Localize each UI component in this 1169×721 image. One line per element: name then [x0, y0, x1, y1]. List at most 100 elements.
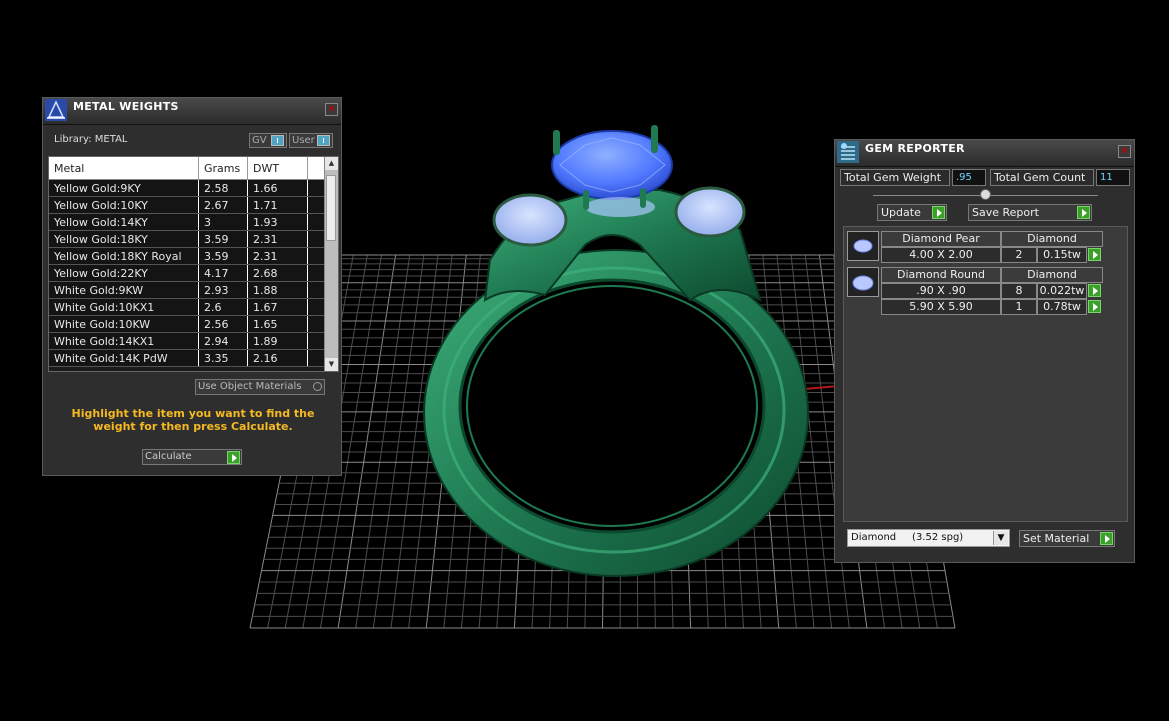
- gem-shape-cell[interactable]: Diamond Pear: [881, 231, 1001, 247]
- metal-name-cell[interactable]: Yellow Gold:22KY: [49, 264, 199, 282]
- metal-weights-titlebar[interactable]: METAL WEIGHTS ✕: [43, 98, 341, 125]
- round-gem-icon[interactable]: [847, 267, 879, 297]
- user-toggle-icon: [317, 135, 330, 146]
- gem-list[interactable]: Diamond Pear Diamond 4.00 X 2.00 2 0.15t…: [843, 226, 1128, 522]
- dwt-cell[interactable]: 1.88: [247, 281, 308, 299]
- gem-size-cell[interactable]: 5.90 X 5.90: [881, 299, 1001, 315]
- table-row[interactable]: White Gold:14KX1 2.94 1.89: [49, 332, 330, 350]
- total-gem-count-label: Total Gem Count: [990, 169, 1094, 186]
- gem-reporter-app-icon: [837, 141, 859, 163]
- dwt-cell[interactable]: 2.16: [247, 349, 308, 367]
- dwt-cell[interactable]: 2.68: [247, 264, 308, 282]
- table-row[interactable]: Yellow Gold:14KY 3 1.93: [49, 213, 330, 231]
- instruction-text: Highlight the item you want to find the …: [71, 407, 315, 433]
- play-arrow-icon: [932, 206, 945, 219]
- metal-name-cell[interactable]: Yellow Gold:18KY: [49, 230, 199, 248]
- metal-name-cell[interactable]: White Gold:14K PdW: [49, 349, 199, 367]
- grams-cell[interactable]: 2.93: [198, 281, 248, 299]
- table-row[interactable]: White Gold:10KX1 2.6 1.67: [49, 298, 330, 316]
- gem-size-cell[interactable]: 4.00 X 2.00: [881, 247, 1001, 263]
- dwt-cell[interactable]: 1.65: [247, 315, 308, 333]
- table-row[interactable]: Yellow Gold:18KY 3.59 2.31: [49, 230, 330, 248]
- metal-name-cell[interactable]: White Gold:14KX1: [49, 332, 199, 350]
- grams-cell[interactable]: 3.35: [198, 349, 248, 367]
- column-header-grams[interactable]: Grams: [198, 157, 248, 180]
- metal-list[interactable]: Metal Grams DWT Yellow Gold:9KY 2.58 1.66 Y…: [48, 156, 339, 372]
- table-row[interactable]: Yellow Gold:9KY 2.58 1.66: [49, 179, 330, 197]
- table-row[interactable]: Yellow Gold:22KY 4.17 2.68: [49, 264, 330, 282]
- column-header-dwt[interactable]: DWT: [247, 157, 308, 180]
- gem-weight-cell[interactable]: 0.15tw: [1037, 247, 1087, 263]
- slider-knob-icon[interactable]: [980, 189, 991, 200]
- gem-material-cell[interactable]: Diamond: [1001, 267, 1103, 283]
- column-header-metal[interactable]: Metal: [49, 157, 199, 180]
- gem-count-cell[interactable]: 8: [1001, 283, 1037, 299]
- metal-name-cell[interactable]: White Gold:10KW: [49, 315, 199, 333]
- grams-cell[interactable]: 2.94: [198, 332, 248, 350]
- save-report-button[interactable]: Save Report: [968, 204, 1092, 221]
- chevron-down-icon[interactable]: ▼: [993, 531, 1008, 545]
- scroll-up-arrow-icon[interactable]: ▲: [325, 157, 338, 170]
- grams-cell[interactable]: 3.59: [198, 230, 248, 248]
- gem-reporter-title: GEM REPORTER: [865, 142, 965, 155]
- material-dropdown[interactable]: Diamond (3.52 spg) ▼: [847, 529, 1010, 547]
- use-object-materials-toggle[interactable]: Use Object Materials: [195, 379, 325, 395]
- calculate-label: Calculate: [145, 451, 192, 462]
- total-gem-count-value: 11: [1096, 169, 1130, 186]
- table-row[interactable]: White Gold:9KW 2.93 1.88: [49, 281, 330, 299]
- play-arrow-icon: [1077, 206, 1090, 219]
- pear-gem-icon[interactable]: [847, 231, 879, 261]
- dwt-cell[interactable]: 1.67: [247, 298, 308, 316]
- set-material-button[interactable]: Set Material: [1019, 530, 1115, 547]
- gem-shape-cell[interactable]: Diamond Round: [881, 267, 1001, 283]
- dwt-cell[interactable]: 1.93: [247, 213, 308, 231]
- select-row-arrow-icon[interactable]: [1088, 248, 1101, 261]
- metal-name-cell[interactable]: White Gold:9KW: [49, 281, 199, 299]
- grams-cell[interactable]: 2.58: [198, 179, 248, 197]
- gem-weight-cell[interactable]: 0.78tw: [1037, 299, 1087, 315]
- ring-model[interactable]: [423, 125, 809, 577]
- table-row[interactable]: Yellow Gold:10KY 2.67 1.71: [49, 196, 330, 214]
- scroll-thumb[interactable]: [326, 175, 336, 241]
- metal-weights-close-button[interactable]: ✕: [325, 103, 338, 116]
- metal-name-cell[interactable]: White Gold:10KX1: [49, 298, 199, 316]
- metal-name-cell[interactable]: Yellow Gold:14KY: [49, 213, 199, 231]
- gem-count-cell[interactable]: 1: [1001, 299, 1037, 315]
- select-row-arrow-icon[interactable]: [1088, 300, 1101, 313]
- table-row[interactable]: White Gold:14K PdW 3.35 2.16: [49, 349, 330, 367]
- grams-cell[interactable]: 3.59: [198, 247, 248, 265]
- set-material-label: Set Material: [1023, 532, 1090, 545]
- gem-material-cell[interactable]: Diamond: [1001, 231, 1103, 247]
- metal-name-cell[interactable]: Yellow Gold:18KY Royal: [49, 247, 199, 265]
- dwt-cell[interactable]: 2.31: [247, 230, 308, 248]
- gv-toggle[interactable]: GV: [249, 133, 287, 148]
- grams-cell[interactable]: 2.56: [198, 315, 248, 333]
- metal-name-cell[interactable]: Yellow Gold:10KY: [49, 196, 199, 214]
- gem-count-cell[interactable]: 2: [1001, 247, 1037, 263]
- dwt-cell[interactable]: 1.89: [247, 332, 308, 350]
- gv-toggle-label: GV: [252, 135, 267, 146]
- table-row[interactable]: Yellow Gold:18KY Royal 3.59 2.31: [49, 247, 330, 265]
- metal-list-scrollbar[interactable]: ▲ ▼: [324, 157, 338, 371]
- metal-name-cell[interactable]: Yellow Gold:9KY: [49, 179, 199, 197]
- material-dropdown-value: Diamond (3.52 spg): [851, 532, 964, 543]
- grams-cell[interactable]: 2.6: [198, 298, 248, 316]
- gem-reporter-close-button[interactable]: ✕: [1118, 145, 1131, 158]
- gv-toggle-icon: [271, 135, 284, 146]
- scroll-down-arrow-icon[interactable]: ▼: [325, 358, 338, 371]
- gem-reporter-panel: GEM REPORTER ✕ Total Gem Weight .95 Tota…: [834, 139, 1135, 563]
- user-toggle[interactable]: User: [289, 133, 333, 148]
- dwt-cell[interactable]: 2.31: [247, 247, 308, 265]
- update-button[interactable]: Update: [877, 204, 947, 221]
- gem-reporter-titlebar[interactable]: GEM REPORTER ✕: [835, 140, 1134, 167]
- gem-size-cell[interactable]: .90 X .90: [881, 283, 1001, 299]
- calculate-button[interactable]: Calculate: [142, 449, 242, 465]
- grams-cell[interactable]: 3: [198, 213, 248, 231]
- grams-cell[interactable]: 2.67: [198, 196, 248, 214]
- grams-cell[interactable]: 4.17: [198, 264, 248, 282]
- dwt-cell[interactable]: 1.71: [247, 196, 308, 214]
- dwt-cell[interactable]: 1.66: [247, 179, 308, 197]
- gem-weight-cell[interactable]: 0.022tw: [1037, 283, 1087, 299]
- table-row[interactable]: White Gold:10KW 2.56 1.65: [49, 315, 330, 333]
- select-row-arrow-icon[interactable]: [1088, 284, 1101, 297]
